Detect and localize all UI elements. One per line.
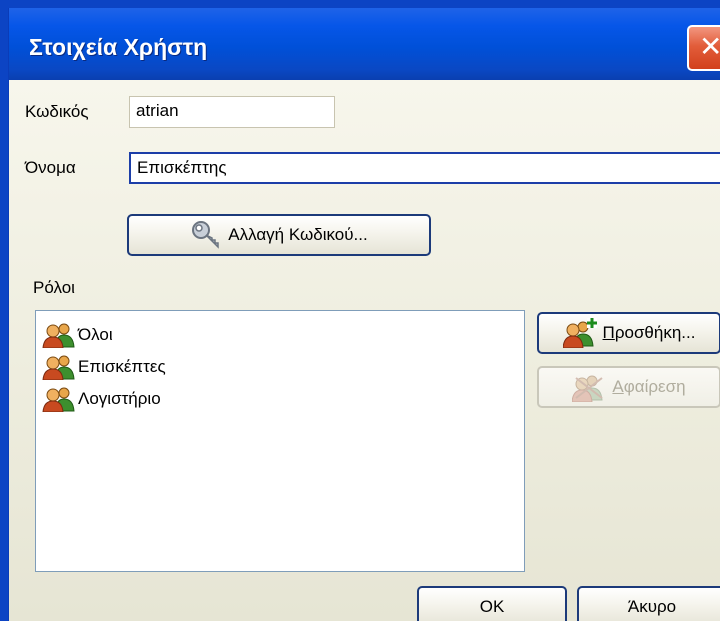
list-item[interactable]: Όλοι (42, 321, 113, 349)
code-label: Κωδικός (25, 102, 89, 121)
roles-label: Ρόλοι (33, 278, 75, 297)
dialog-content: Κωδικός atrian Όνομα Επισκέπτης Αλλαγή Κ… (9, 80, 720, 621)
user-group-icon (42, 323, 75, 348)
name-field[interactable]: Επισκέπτης (129, 152, 720, 184)
name-label: Όνομα (25, 158, 76, 177)
ok-label: OK (479, 597, 505, 616)
close-button[interactable]: ✕ (687, 25, 720, 71)
change-password-button[interactable]: Αλλαγή Κωδικού... (127, 214, 431, 256)
remove-group-icon (572, 375, 604, 402)
list-item[interactable]: Λογιστήριο (42, 385, 161, 413)
roles-list[interactable]: Όλοι Επισκέπτες Λογιστήριο (35, 310, 525, 572)
code-field[interactable]: atrian (129, 96, 335, 128)
add-role-label: Προσθήκη... (602, 323, 696, 342)
close-icon: ✕ (699, 30, 720, 63)
add-role-button[interactable]: Προσθήκη... (537, 312, 720, 354)
add-group-icon (562, 318, 597, 348)
key-icon (192, 221, 220, 249)
user-group-icon (42, 355, 75, 380)
remove-role-label: Αφαίρεση (612, 377, 686, 396)
user-group-icon (42, 387, 75, 412)
cancel-label: Άκυρο (627, 597, 677, 616)
user-details-dialog: Στοιχεία Χρήστη ✕ Κωδικός atrian Όνομα Ε… (8, 8, 720, 621)
title-bar[interactable]: Στοιχεία Χρήστη ✕ (9, 8, 720, 80)
change-password-label: Αλλαγή Κωδικού... (228, 225, 368, 244)
window-title: Στοιχεία Χρήστη (29, 34, 208, 60)
ok-button[interactable]: OK (417, 586, 567, 621)
cancel-button[interactable]: Άκυρο (577, 586, 720, 621)
list-item[interactable]: Επισκέπτες (42, 353, 166, 381)
remove-role-button[interactable]: Αφαίρεση (537, 366, 720, 408)
